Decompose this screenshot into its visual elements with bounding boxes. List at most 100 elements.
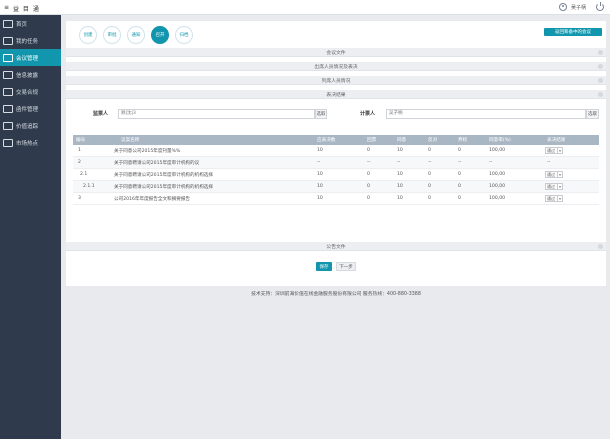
- section-vote-results[interactable]: 表决结果: [66, 90, 606, 99]
- cell-abstain: 0: [458, 148, 461, 153]
- next-step-button[interactable]: 下一步: [336, 262, 356, 271]
- col-header: 议案名称: [121, 138, 140, 143]
- sidebar-item-tasks[interactable]: 我的任务: [0, 32, 61, 49]
- back-to-preparing-button[interactable]: 返回筹备中的会议: [544, 28, 602, 36]
- workflow-tabs: 创建 审批 通知 召开 归档: [79, 26, 193, 44]
- cell-returned: 0: [367, 172, 370, 177]
- logout-icon[interactable]: [596, 2, 604, 11]
- cell-abstain: --: [458, 160, 462, 165]
- footer: 技术支持：深圳前海价值在线金融服务股份有限公司 服务热线：400-880-338…: [251, 292, 421, 297]
- cell-no: 2.1.1: [83, 184, 95, 189]
- vote-result-select[interactable]: 通过 ▾: [545, 183, 563, 190]
- section-observers[interactable]: 列席人员情况: [66, 76, 606, 85]
- supervisor-select-button[interactable]: 选取: [315, 109, 327, 119]
- cell-abstain: 0: [458, 184, 461, 189]
- cell-rate: 100,00: [489, 148, 506, 153]
- cell-agree: 10: [397, 172, 403, 177]
- vote-result-select[interactable]: 通过 ▾: [545, 147, 563, 154]
- cell-agree: 10: [397, 148, 403, 153]
- meeting-icon: [3, 53, 13, 62]
- cell-returned: 0: [367, 148, 370, 153]
- cell-returned: --: [367, 160, 371, 165]
- user-icon[interactable]: [559, 3, 567, 11]
- cell-name: 关于同意公司2015年度刊量%%: [114, 148, 181, 154]
- supervisor-input[interactable]: 顾|沈|3: [118, 109, 315, 119]
- counter-input[interactable]: 吴子柄: [386, 109, 586, 119]
- col-header: 回票: [367, 138, 377, 143]
- table-row: 3 公司2016年年度报告全文和摘要报告 10 0 10 0 0 100,00 …: [73, 193, 599, 205]
- menu-icon[interactable]: ≡: [4, 4, 9, 11]
- selected-value: 通过: [547, 147, 555, 153]
- cell-oppose: 0: [428, 148, 431, 153]
- cell-due: 10: [317, 148, 323, 153]
- sidebar: 首页 我的任务 会议管理 信息披露 交易合规 函件管理 价值追踪 市场热点: [0, 15, 61, 439]
- cell-result: 通过 ▾: [545, 169, 563, 180]
- collapse-icon[interactable]: [598, 78, 603, 83]
- sidebar-item-label: 我的任务: [16, 38, 39, 45]
- section-title: 会议文件: [326, 50, 346, 56]
- vote-result-select[interactable]: 通过 ▾: [545, 195, 563, 202]
- main-panel: 创建 审批 通知 召开 归档 返回筹备中的会议 会议文件 出席人员情况及表决 列…: [66, 21, 606, 286]
- cell-agree: 10: [397, 196, 403, 201]
- table-row: 1 关于同意公司2015年度刊量%% 10 0 10 0 0 100,00 通过…: [73, 145, 599, 157]
- sidebar-item-label: 函件管理: [16, 106, 39, 113]
- cell-agree: 10: [397, 184, 403, 189]
- sidebar-item-value-tracking[interactable]: 价值追踪: [0, 117, 61, 134]
- col-header: 同意率(%): [489, 138, 511, 143]
- section-meeting-docs[interactable]: 会议文件: [66, 48, 606, 57]
- tab-create[interactable]: 创建: [79, 26, 97, 44]
- col-header: 同意: [397, 138, 407, 143]
- cell-abstain: 0: [458, 196, 461, 201]
- selected-value: 通过: [547, 195, 555, 201]
- section-title: 公告文件: [326, 244, 346, 250]
- tab-archive[interactable]: 归档: [175, 26, 193, 44]
- cell-name: 关于同意聘请公司2015年度审计机构的议: [114, 160, 200, 166]
- sidebar-item-label: 首页: [16, 21, 28, 28]
- cell-no: 3: [78, 196, 81, 201]
- table-row: 2.1 关于同意聘请公司2015年度审计机构的机构选择 10 0 10 0 0 …: [73, 169, 599, 181]
- collapse-icon[interactable]: [598, 244, 603, 249]
- sidebar-item-letters[interactable]: 函件管理: [0, 100, 61, 117]
- cell-result: 通过 ▾: [545, 181, 563, 192]
- save-button[interactable]: 保存: [316, 262, 332, 271]
- compliance-icon: [3, 87, 13, 96]
- sidebar-item-disclosure[interactable]: 信息披露: [0, 66, 61, 83]
- collapse-icon[interactable]: [598, 92, 603, 97]
- cell-oppose: 0: [428, 172, 431, 177]
- task-icon: [3, 36, 13, 45]
- section-title: 出席人员情况及表决: [314, 64, 358, 70]
- sidebar-item-label: 市场热点: [16, 140, 39, 147]
- collapse-icon[interactable]: [598, 64, 603, 69]
- tab-approve[interactable]: 审批: [103, 26, 121, 44]
- sidebar-item-meetings[interactable]: 会议管理: [0, 49, 61, 66]
- user-name[interactable]: 吴子柄: [571, 4, 586, 11]
- app-title: 益 目 通: [13, 6, 40, 13]
- cell-rate: 100,00: [489, 172, 506, 177]
- tracking-icon: [3, 121, 13, 130]
- col-header: 表决结果: [547, 138, 566, 143]
- vote-results-table: 编号 议案名称 应表决数 回票 同意 反对 弃权 同意率(%) 表决结果 1 关…: [73, 135, 599, 205]
- chevron-down-icon: ▾: [557, 172, 562, 177]
- cell-due: 10: [317, 196, 323, 201]
- col-header: 弃权: [458, 138, 468, 143]
- sidebar-item-compliance[interactable]: 交易合规: [0, 83, 61, 100]
- col-header: 反对: [428, 138, 438, 143]
- cell-oppose: 0: [428, 196, 431, 201]
- chevron-down-icon: ▾: [557, 196, 562, 201]
- chevron-down-icon: ▾: [557, 148, 562, 153]
- megaphone-icon: [3, 70, 13, 79]
- tab-convene[interactable]: 召开: [151, 26, 169, 44]
- sidebar-item-home[interactable]: 首页: [0, 15, 61, 32]
- section-announcement[interactable]: 公告文件: [66, 242, 606, 251]
- cell-rate: 100,00: [489, 184, 506, 189]
- cell-returned: 0: [367, 196, 370, 201]
- top-bar: ≡ 益 目 通 吴子柄: [0, 0, 610, 15]
- section-attendees[interactable]: 出席人员情况及表决: [66, 62, 606, 71]
- tab-notify[interactable]: 通知: [127, 26, 145, 44]
- cell-no: 2.1: [80, 172, 88, 177]
- vote-result-select[interactable]: 通过 ▾: [545, 171, 563, 178]
- counter-select-button[interactable]: 选取: [586, 109, 599, 119]
- col-header: 应表决数: [317, 138, 336, 143]
- collapse-icon[interactable]: [598, 50, 603, 55]
- sidebar-item-market-hotspots[interactable]: 市场热点: [0, 134, 61, 151]
